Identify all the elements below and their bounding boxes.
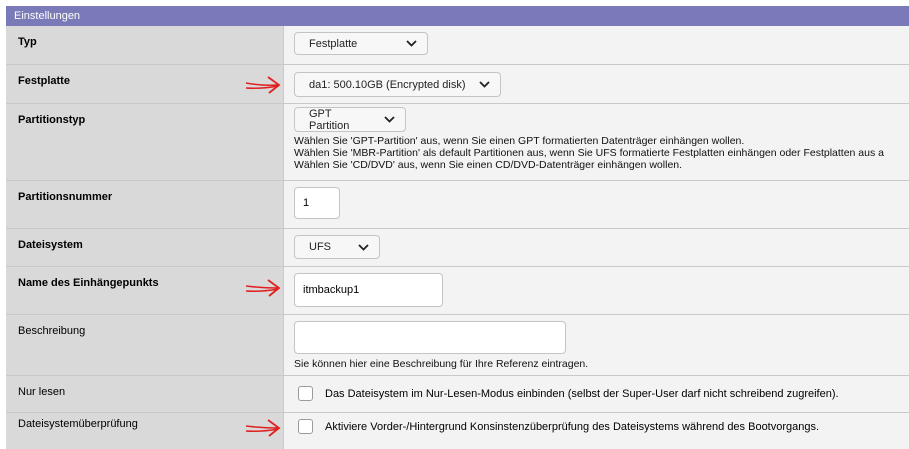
chevron-down-icon bbox=[406, 40, 417, 47]
label-partitionstyp: Partitionstyp bbox=[6, 104, 283, 180]
field-dateisystem: UFS bbox=[283, 229, 909, 266]
red-arrow-icon bbox=[245, 279, 281, 297]
festplatte-select-value: da1: 500.10GB (Encrypted disk) bbox=[309, 78, 466, 91]
nurlesen-checkline: Das Dateisystem im Nur-Lesen-Modus einbi… bbox=[294, 386, 909, 401]
row-nurlesen: Nur lesen Das Dateisystem im Nur-Lesen-M… bbox=[6, 376, 909, 413]
field-festplatte: da1: 500.10GB (Encrypted disk) bbox=[283, 65, 909, 103]
festplatte-select[interactable]: da1: 500.10GB (Encrypted disk) bbox=[294, 72, 501, 97]
help-line-cddvd: Wählen Sie 'CD/DVD' aus, wenn Sie einen … bbox=[294, 159, 683, 171]
partitionstyp-select[interactable]: GPT Partition bbox=[294, 107, 406, 132]
field-nurlesen: Das Dateisystem im Nur-Lesen-Modus einbi… bbox=[283, 376, 909, 412]
dateisystem-select-value: UFS bbox=[309, 241, 331, 253]
row-partitionstyp: Partitionstyp GPT Partition Wählen Sie '… bbox=[6, 104, 909, 181]
label-fscheck: Dateisystemüberprüfung bbox=[6, 413, 283, 449]
help-line-mbr: Wählen Sie 'MBR-Partition' als default P… bbox=[294, 147, 884, 159]
nurlesen-checkbox-label: Das Dateisystem im Nur-Lesen-Modus einbi… bbox=[325, 387, 839, 400]
partitionstyp-select-value: GPT Partition bbox=[309, 107, 350, 132]
label-beschreibung: Beschreibung bbox=[6, 315, 283, 375]
field-fscheck: Aktiviere Vorder-/Hintergrund Konsinsten… bbox=[283, 413, 909, 449]
panel-header: Einstellungen bbox=[6, 6, 909, 26]
help-line-gpt: Wählen Sie 'GPT-Partition' aus, wenn Sie… bbox=[294, 135, 745, 147]
field-partitionsnummer: 1 bbox=[283, 181, 909, 228]
field-beschreibung: Sie können hier eine Beschreibung für Ih… bbox=[283, 315, 909, 375]
chevron-down-icon bbox=[358, 243, 369, 251]
partitionstyp-help: Wählen Sie 'GPT-Partition' aus, wenn Sie… bbox=[294, 135, 909, 171]
row-beschreibung: Beschreibung Sie können hier eine Beschr… bbox=[6, 315, 909, 376]
row-fscheck: Dateisystemüberprüfung Aktiviere Vorder-… bbox=[6, 413, 909, 449]
partitionsnummer-input[interactable]: 1 bbox=[294, 187, 340, 219]
nurlesen-checkbox[interactable] bbox=[298, 386, 313, 401]
beschreibung-help: Sie können hier eine Beschreibung für Ih… bbox=[294, 358, 589, 370]
label-typ: Typ bbox=[6, 26, 283, 64]
settings-panel: Einstellungen Typ Festplatte Festplatte … bbox=[6, 6, 909, 449]
fscheck-checkline: Aktiviere Vorder-/Hintergrund Konsinsten… bbox=[294, 419, 909, 434]
fscheck-checkbox[interactable] bbox=[298, 419, 313, 434]
label-mountpoint: Name des Einhängepunkts bbox=[6, 267, 283, 314]
label-nurlesen: Nur lesen bbox=[6, 376, 283, 412]
beschreibung-input[interactable] bbox=[294, 321, 566, 354]
row-festplatte: Festplatte da1: 500.10GB (Encrypted disk… bbox=[6, 65, 909, 104]
row-typ: Typ Festplatte bbox=[6, 26, 909, 65]
field-typ: Festplatte bbox=[283, 26, 909, 64]
dateisystem-select[interactable]: UFS bbox=[294, 235, 380, 259]
row-partitionsnummer: Partitionsnummer 1 bbox=[6, 181, 909, 229]
typ-select-value: Festplatte bbox=[309, 37, 358, 50]
fscheck-checkbox-label: Aktiviere Vorder-/Hintergrund Konsinsten… bbox=[325, 420, 820, 433]
red-arrow-icon bbox=[245, 76, 281, 94]
row-dateisystem: Dateisystem UFS bbox=[6, 229, 909, 267]
label-partitionsnummer: Partitionsnummer bbox=[6, 181, 283, 228]
row-mountpoint: Name des Einhängepunkts itmbackup1 bbox=[6, 267, 909, 315]
label-festplatte: Festplatte bbox=[6, 65, 283, 103]
chevron-down-icon bbox=[479, 81, 490, 88]
field-mountpoint: itmbackup1 bbox=[283, 267, 909, 314]
chevron-down-icon bbox=[384, 116, 395, 123]
mountpoint-input[interactable]: itmbackup1 bbox=[294, 273, 443, 307]
typ-select[interactable]: Festplatte bbox=[294, 32, 428, 55]
red-arrow-icon bbox=[245, 419, 281, 437]
label-dateisystem: Dateisystem bbox=[6, 229, 283, 266]
field-partitionstyp: GPT Partition Wählen Sie 'GPT-Partition'… bbox=[283, 104, 909, 180]
